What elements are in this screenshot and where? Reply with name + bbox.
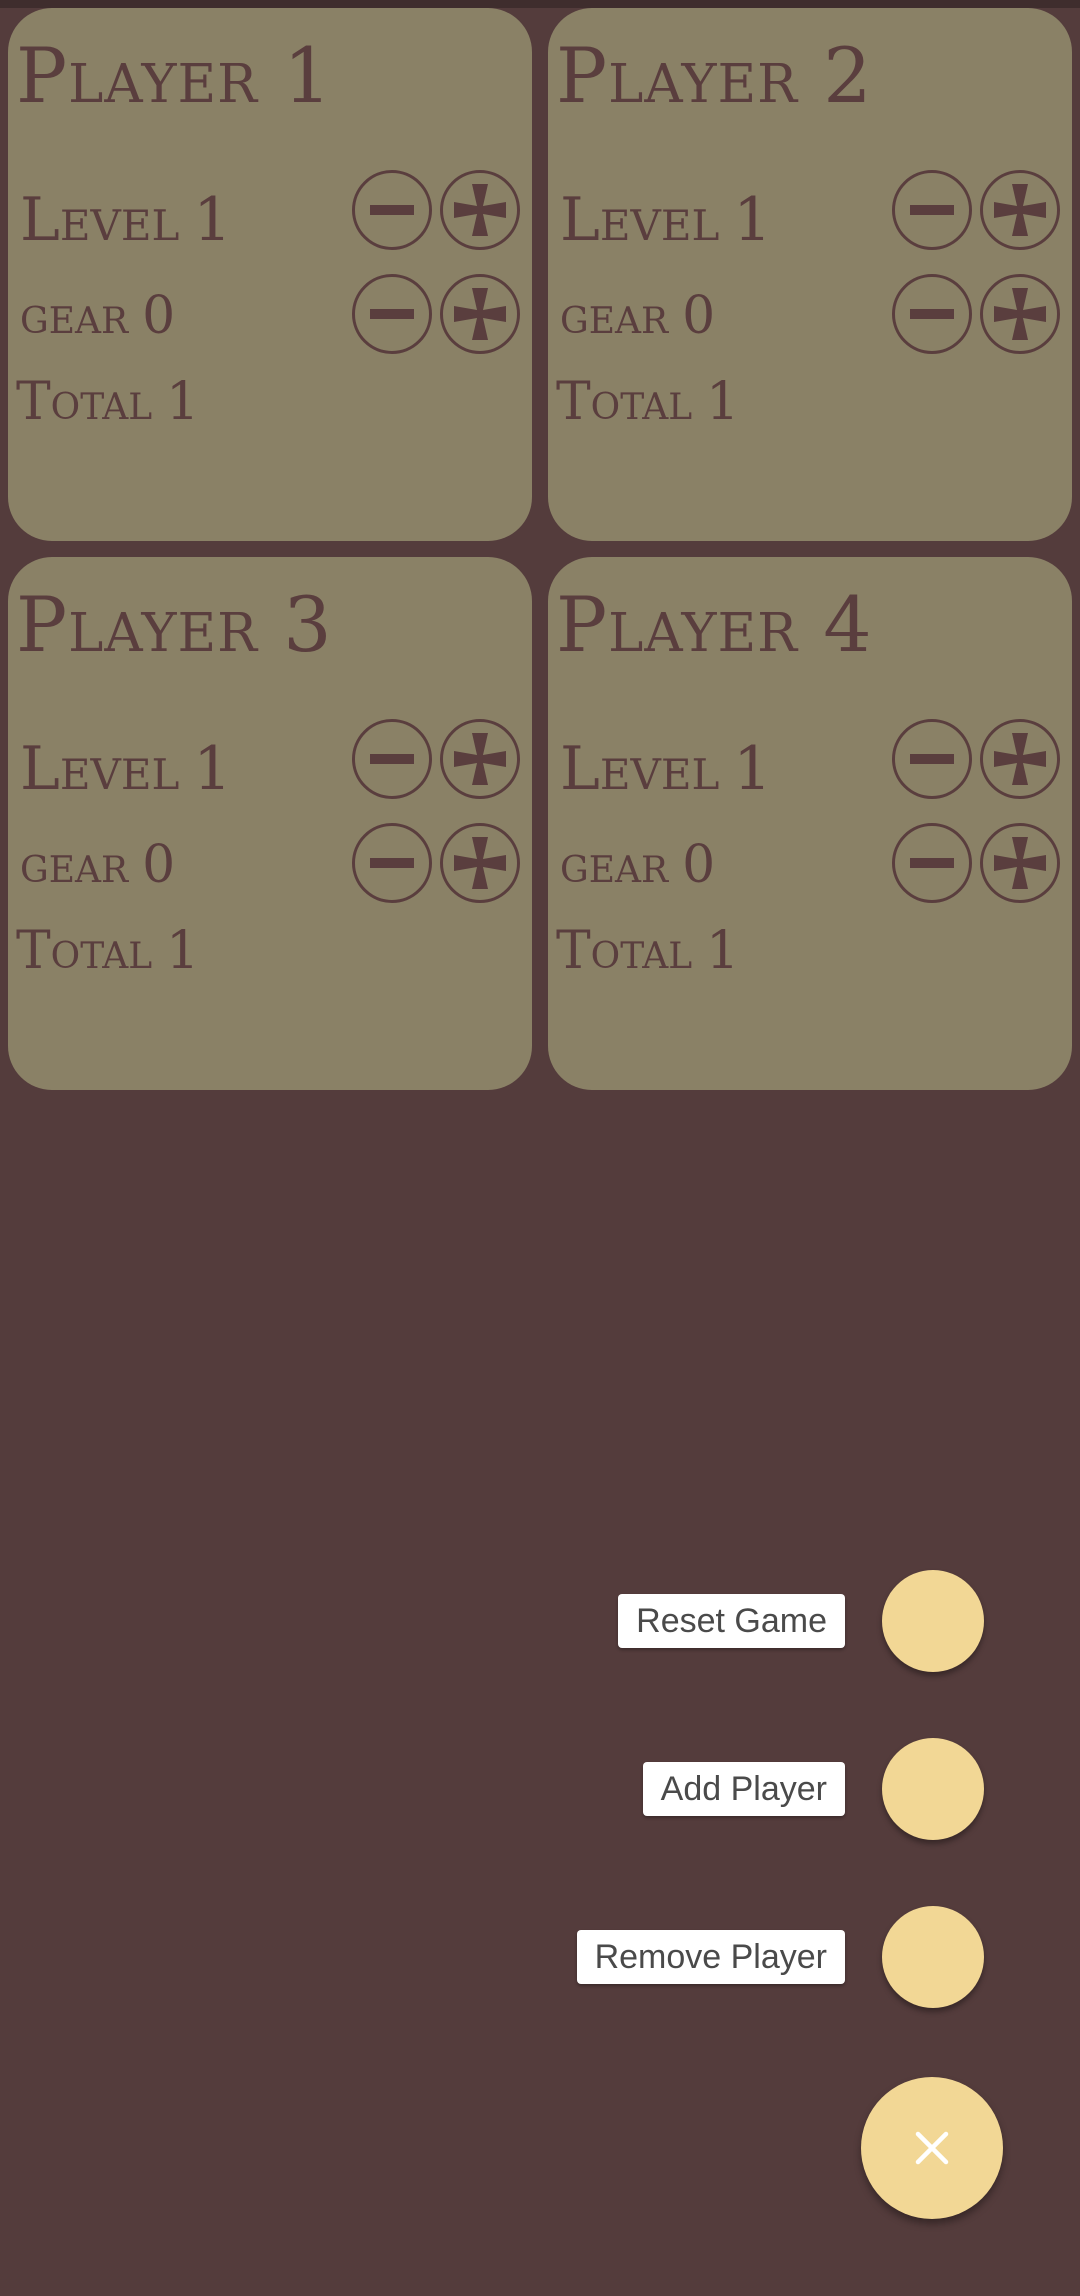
level-label: Level (20, 185, 180, 255)
level-value: 1 (193, 185, 232, 255)
total-value: 1 (706, 372, 740, 432)
gear-decrement-button[interactable] (892, 274, 972, 354)
gear-value: 0 (142, 835, 176, 895)
level-decrement-button[interactable] (352, 170, 432, 250)
minus-icon (370, 858, 414, 868)
gear-row: gear 0 (560, 839, 715, 891)
minus-icon (370, 309, 414, 319)
level-decrement-button[interactable] (892, 170, 972, 250)
gear-row: gear 0 (20, 290, 175, 342)
speed-dial-toggle-button[interactable] (861, 2077, 1003, 2219)
player-title: Player 4 (556, 580, 873, 669)
level-increment-button[interactable] (980, 170, 1060, 250)
player-card-3: Player 3 Level 1 gear 0 Total 1 (8, 557, 532, 1090)
level-increment-button[interactable] (440, 719, 520, 799)
gear-label: gear (560, 835, 669, 895)
cross-pattee-icon (994, 837, 1046, 889)
level-value: 1 (733, 185, 772, 255)
player-grid: Player 1 Level 1 gear 0 Total 1 Player 2 Le… (8, 8, 1072, 1090)
add-player-button[interactable] (882, 1738, 984, 1840)
total-value: 1 (166, 372, 200, 432)
add-player-label[interactable]: Add Player (642, 1762, 845, 1816)
total-value: 1 (706, 921, 740, 981)
minus-icon (370, 205, 414, 215)
level-label: Level (560, 185, 720, 255)
gear-increment-button[interactable] (440, 274, 520, 354)
level-label: Level (560, 734, 720, 804)
total-label: Total (556, 921, 693, 981)
total-label: Total (556, 372, 693, 432)
reset-game-label[interactable]: Reset Game (618, 1594, 845, 1648)
cross-pattee-icon (994, 288, 1046, 340)
level-decrement-button[interactable] (892, 719, 972, 799)
gear-value: 0 (142, 286, 176, 346)
level-row: Level 1 (20, 739, 232, 799)
gear-value: 0 (682, 286, 716, 346)
total-row: Total 1 (16, 376, 199, 428)
gear-row: gear 0 (20, 839, 175, 891)
gear-row: gear 0 (560, 290, 715, 342)
cross-pattee-icon (454, 184, 506, 236)
total-label: Total (16, 921, 153, 981)
level-decrement-button[interactable] (352, 719, 432, 799)
level-row: Level 1 (560, 739, 772, 799)
player-card-4: Player 4 Level 1 gear 0 Total 1 (548, 557, 1072, 1090)
level-value: 1 (193, 734, 232, 804)
player-card-2: Player 2 Level 1 gear 0 Total 1 (548, 8, 1072, 541)
gear-decrement-button[interactable] (352, 823, 432, 903)
gear-value: 0 (682, 835, 716, 895)
player-card-1: Player 1 Level 1 gear 0 Total 1 (8, 8, 532, 541)
total-row: Total 1 (556, 925, 739, 977)
cross-pattee-icon (454, 733, 506, 785)
minus-icon (910, 858, 954, 868)
player-title: Player 2 (556, 31, 873, 120)
level-row: Level 1 (560, 190, 772, 250)
gear-increment-button[interactable] (980, 823, 1060, 903)
total-row: Total 1 (556, 376, 739, 428)
total-label: Total (16, 372, 153, 432)
remove-player-label[interactable]: Remove Player (576, 1930, 845, 1984)
minus-icon (910, 205, 954, 215)
gear-decrement-button[interactable] (352, 274, 432, 354)
level-increment-button[interactable] (440, 170, 520, 250)
cross-pattee-icon (994, 184, 1046, 236)
gear-decrement-button[interactable] (892, 823, 972, 903)
gear-label: gear (560, 286, 669, 346)
total-row: Total 1 (16, 925, 199, 977)
player-title: Player 1 (16, 31, 333, 120)
gear-increment-button[interactable] (440, 823, 520, 903)
total-value: 1 (166, 921, 200, 981)
cross-pattee-icon (454, 837, 506, 889)
cross-pattee-icon (994, 733, 1046, 785)
minus-icon (370, 754, 414, 764)
minus-icon (910, 309, 954, 319)
cross-pattee-icon (454, 288, 506, 340)
status-bar (0, 0, 1080, 8)
remove-player-button[interactable] (882, 1906, 984, 2008)
level-increment-button[interactable] (980, 719, 1060, 799)
level-row: Level 1 (20, 190, 232, 250)
reset-game-button[interactable] (882, 1570, 984, 1672)
gear-increment-button[interactable] (980, 274, 1060, 354)
level-label: Level (20, 734, 180, 804)
player-title: Player 3 (16, 580, 333, 669)
minus-icon (910, 754, 954, 764)
gear-label: gear (20, 286, 129, 346)
gear-label: gear (20, 835, 129, 895)
level-value: 1 (733, 734, 772, 804)
close-icon (915, 2131, 949, 2165)
